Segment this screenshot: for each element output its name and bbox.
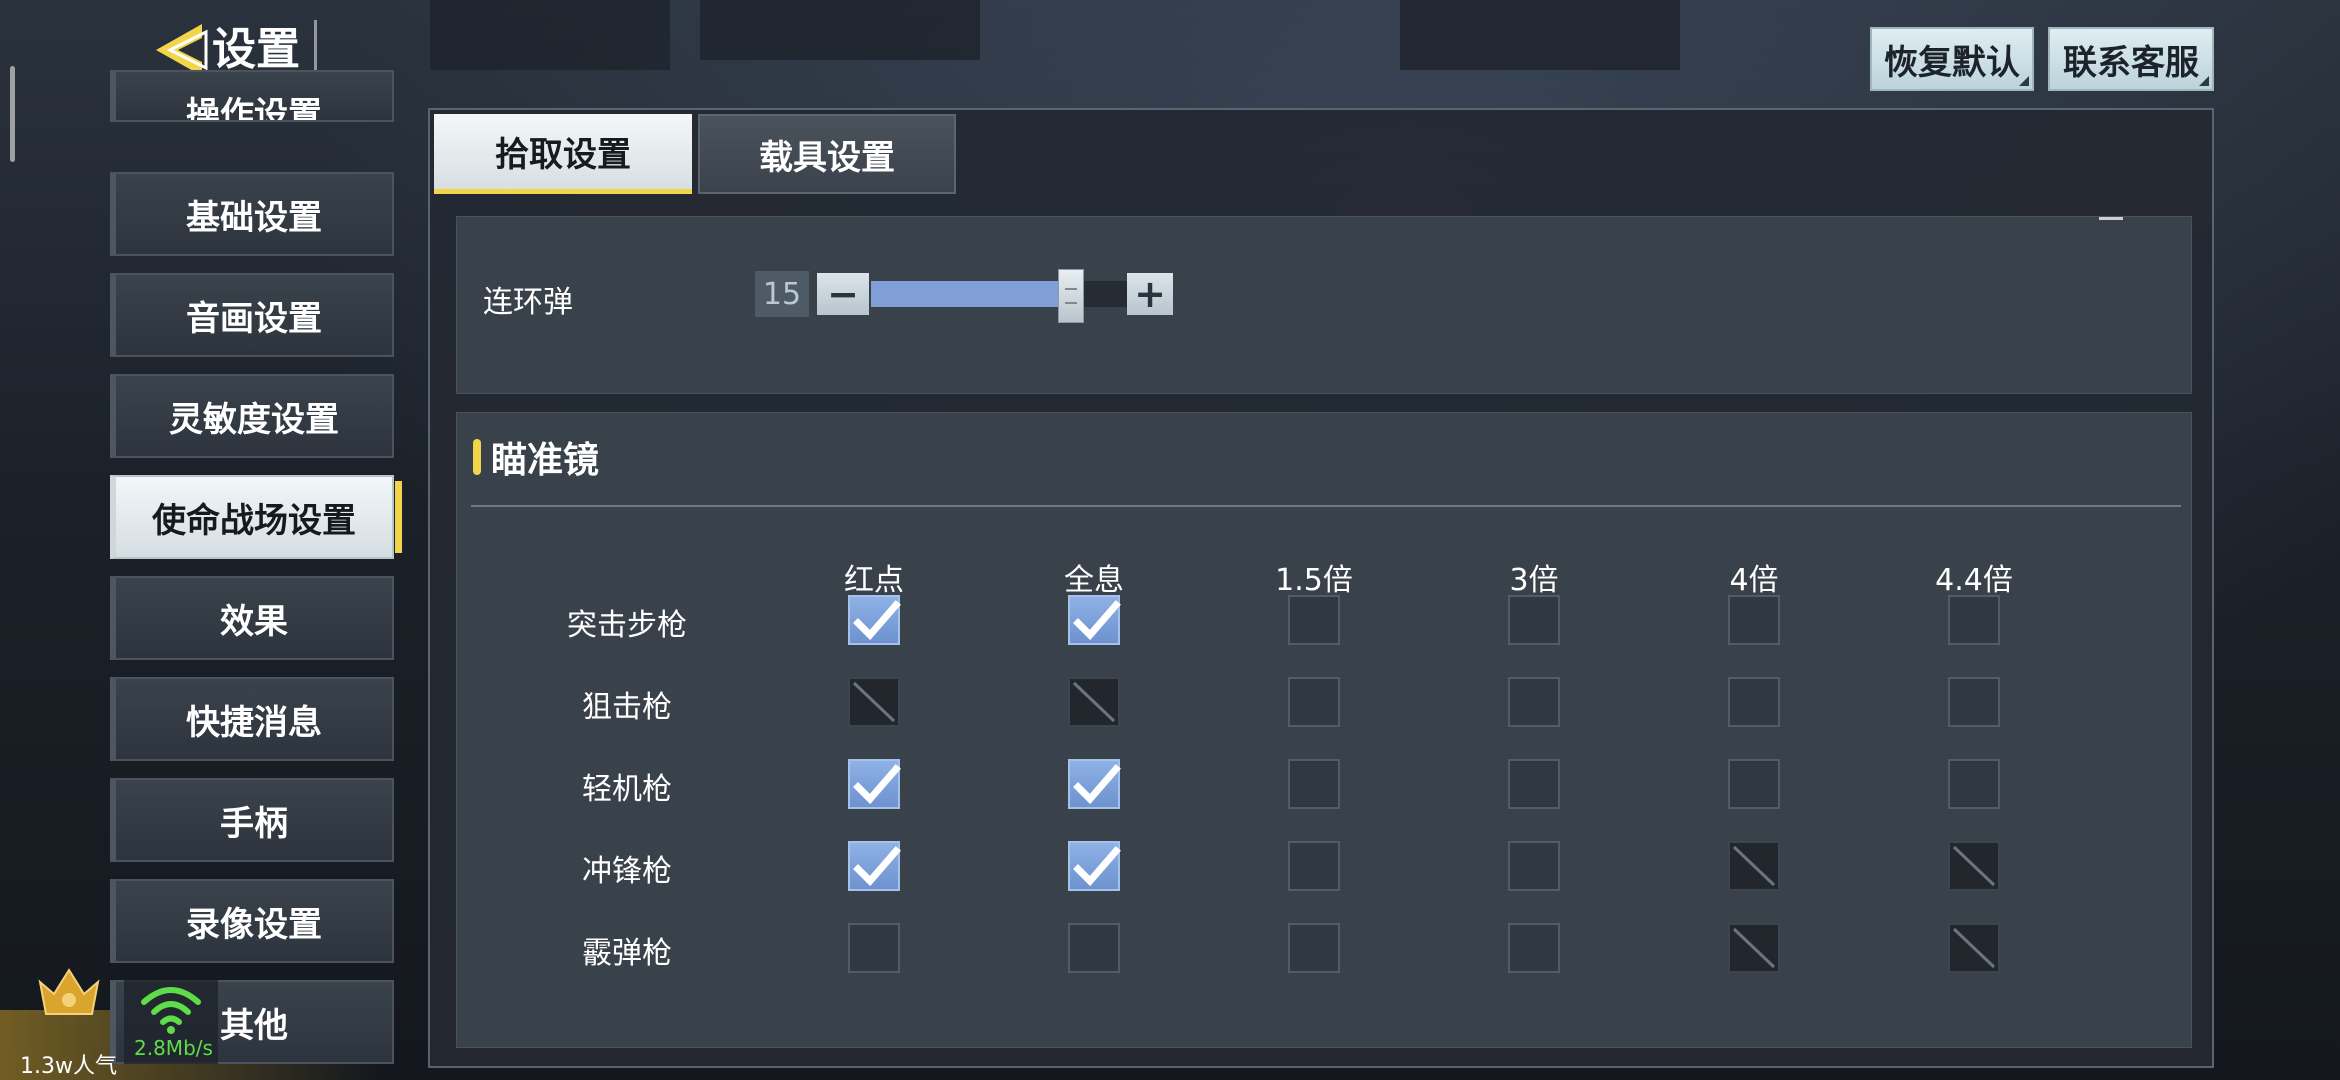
scope-checkbox [1068,677,1120,727]
scope-checkbox[interactable] [1508,759,1560,809]
slash-icon [1072,681,1116,723]
settings-panel: 拾取设置 载具设置 连环弹 15 − + 瞄准镜 红点 全息 1.5倍 3倍 4倍 4.4… [428,108,2214,1068]
scope-checkbox[interactable] [1068,923,1120,973]
slash-icon [1732,927,1776,969]
scope-checkbox[interactable] [848,841,901,891]
checkmark-icon [1073,846,1121,887]
scope-card: 瞄准镜 红点 全息 1.5倍 3倍 4倍 4.4倍突击步枪狙击枪轻机枪冲锋枪霰弹枪 [456,412,2192,1048]
sidebar-item-effects[interactable]: 效果 [110,576,394,660]
sidebar-item-battle-royale[interactable]: 使命战场设置 [110,475,402,559]
slider-fill [871,281,1071,307]
column-header: 4倍 [1729,563,1779,598]
contact-support-button[interactable]: 联系客服 [2048,27,2214,91]
slider-thumb[interactable] [1057,269,1084,323]
slash-icon [1952,845,1996,887]
popularity-label: 1.3w人气 [20,1054,117,1079]
column-header: 红点 [844,563,904,598]
tab-vehicle-settings[interactable]: 载具设置 [698,114,956,194]
sidebar-item-quick-messages[interactable]: 快捷消息 [110,677,394,761]
slash-icon [1732,845,1776,887]
column-header: 全息 [1064,563,1124,598]
scope-checkbox[interactable] [1508,595,1560,645]
section-title: 瞄准镜 [491,440,600,481]
checkmark-icon [853,846,901,887]
scope-checkbox[interactable] [1288,677,1340,727]
slider-card: 连环弹 15 − + [456,216,2192,394]
scope-checkbox[interactable] [1508,923,1560,973]
scope-checkbox [1728,841,1780,891]
section-accent-bar [473,439,481,475]
wifi-icon [141,987,201,1034]
network-speed: 2.8Mb/s [134,1036,213,1060]
checkmark-icon [1073,764,1121,805]
scope-checkbox [1948,841,2000,891]
slider-track[interactable] [871,281,1127,307]
checkmark-icon [1073,600,1121,641]
scope-checkbox[interactable] [1728,759,1780,809]
corner-mark [2099,217,2123,220]
scope-checkbox[interactable] [1948,759,2000,809]
scope-checkbox [848,677,900,727]
scope-checkbox[interactable] [1288,759,1340,809]
scope-checkbox[interactable] [1728,677,1780,727]
scope-checkbox[interactable] [1508,841,1560,891]
sidebar-item-controls[interactable]: 操作设置 [110,70,394,122]
scope-checkbox[interactable] [1508,677,1560,727]
sidebar-item-audio-video[interactable]: 音画设置 [110,273,394,357]
restore-default-button[interactable]: 恢复默认 [1870,27,2034,91]
row-label: 轻机枪 [582,772,672,807]
sidebar-item-basic[interactable]: 基础设置 [110,172,394,256]
scope-checkbox[interactable] [1948,595,2000,645]
column-header: 3倍 [1509,563,1559,598]
slash-icon [1952,927,1996,969]
slider-value: 15 [755,271,809,317]
background-shape [430,0,670,70]
column-header: 1.5倍 [1275,563,1353,598]
background-shape [1400,0,1680,70]
edge-handle [10,66,15,162]
scope-checkbox[interactable] [1288,841,1340,891]
sidebar-item-sensitivity[interactable]: 灵敏度设置 [110,374,394,458]
row-label: 冲锋枪 [582,854,672,889]
scope-checkbox[interactable] [1068,595,1121,645]
row-label: 突击步枪 [567,608,687,643]
scope-checkbox [1728,923,1780,973]
slider-label: 连环弹 [483,285,573,320]
scope-checkbox[interactable] [848,923,900,973]
checkmark-icon [853,600,901,641]
checkmark-icon [853,764,901,805]
section-header: 瞄准镜 [473,435,599,481]
scope-checkbox[interactable] [1288,923,1340,973]
scope-checkbox[interactable] [1948,677,2000,727]
scope-checkbox[interactable] [1288,595,1340,645]
scope-checkbox[interactable] [1728,595,1780,645]
scope-checkbox[interactable] [1068,841,1121,891]
scope-checkbox[interactable] [848,759,901,809]
sidebar-item-controller[interactable]: 手柄 [110,778,394,862]
crown-icon [34,964,104,1024]
sidebar-item-recording[interactable]: 录像设置 [110,879,394,963]
slider-decrease-button[interactable]: − [817,273,869,315]
tab-pickup-settings[interactable]: 拾取设置 [434,114,692,194]
scope-checkbox[interactable] [1068,759,1121,809]
scope-checkbox [1948,923,2000,973]
section-divider [471,505,2181,507]
background-shape [700,0,980,60]
row-label: 狙击枪 [582,690,672,725]
slash-icon [852,681,896,723]
column-header: 4.4倍 [1935,563,2013,598]
row-label: 霰弹枪 [582,936,672,971]
scope-checkbox[interactable] [848,595,901,645]
slider-increase-button[interactable]: + [1127,273,1173,315]
